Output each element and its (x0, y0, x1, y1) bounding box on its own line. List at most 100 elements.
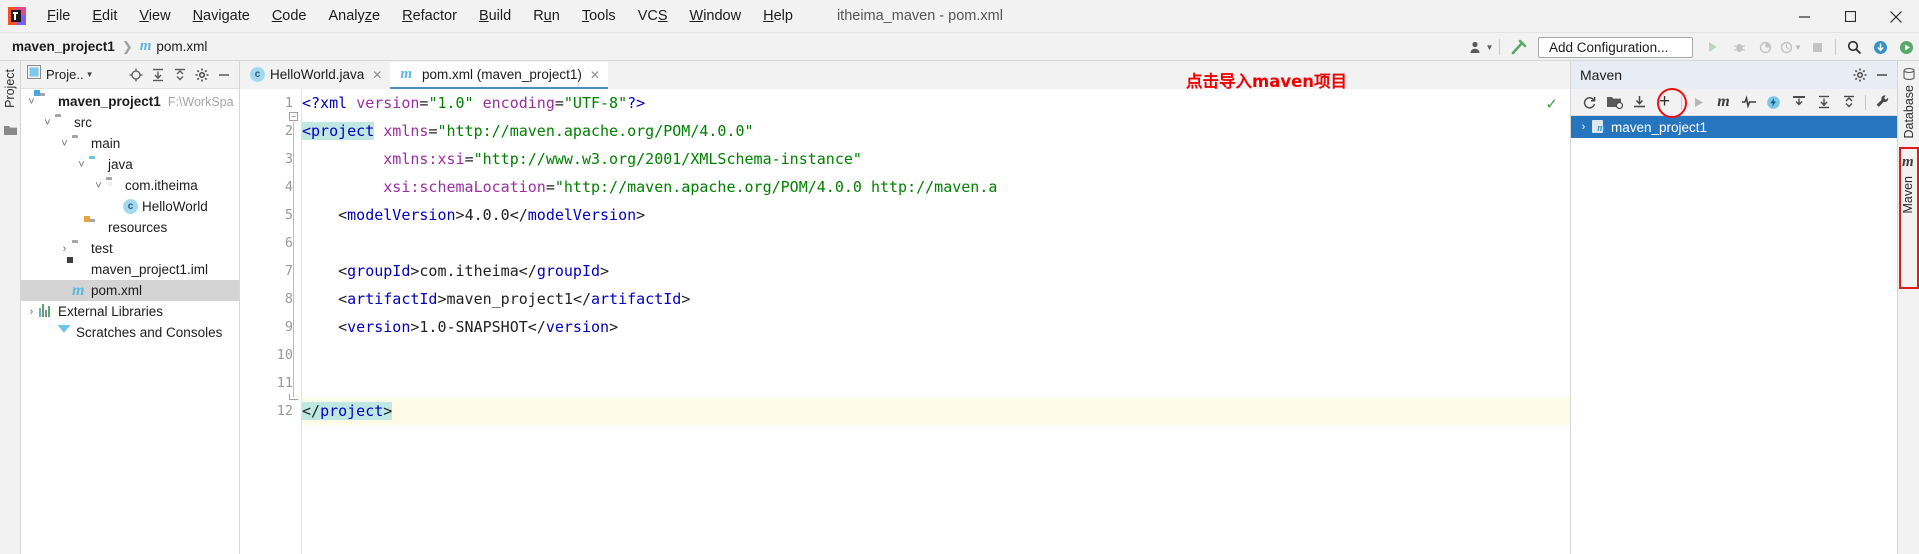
show-dependencies-icon[interactable] (1786, 91, 1811, 114)
main-toolbar: ▼ Add Configuration... ▼ (1468, 33, 1919, 61)
structure-folder-icon[interactable] (4, 123, 17, 141)
menu-refactor[interactable]: Refactor (391, 3, 468, 29)
menu-vcs[interactable]: VCS (627, 3, 679, 29)
reload-projects-icon[interactable] (1577, 91, 1602, 114)
menu-view[interactable]: View (128, 3, 181, 29)
chevron-down-icon[interactable]: ˅ (25, 96, 38, 108)
hide-panel-icon[interactable] (213, 64, 235, 86)
menu-analyze[interactable]: Analyze (318, 3, 392, 29)
run-maven-goal-icon[interactable] (1686, 91, 1711, 114)
chevron-down-icon[interactable]: ˅ (92, 180, 105, 192)
menu-help[interactable]: Help (752, 3, 804, 29)
maximize-button[interactable] (1827, 0, 1873, 33)
expand-all-icon[interactable] (147, 64, 169, 86)
maven-tree-item-maven-project1[interactable]: › m maven_project1 (1571, 116, 1897, 138)
chevron-down-icon[interactable]: ˅ (75, 159, 88, 171)
tree-item-pom-xml[interactable]: m pom.xml (21, 280, 239, 301)
search-everywhere-icon[interactable] (1841, 35, 1867, 59)
tree-item-helloworld[interactable]: c HelloWorld (21, 196, 239, 217)
tree-item-maven-project1-iml[interactable]: maven_project1.iml (21, 259, 239, 280)
chevron-down-icon[interactable]: ˅ (41, 117, 54, 129)
close-button[interactable] (1873, 0, 1919, 33)
hide-panel-icon[interactable] (1871, 64, 1893, 86)
code-line-4: xsi:schemaLocation="http://maven.apache.… (302, 173, 1570, 201)
execute-maven-goal-icon[interactable]: m (1711, 91, 1736, 114)
tree-item-external-libraries[interactable]: › External Libraries (21, 301, 239, 322)
close-icon[interactable]: ✕ (372, 68, 382, 82)
menu-run[interactable]: Run (522, 3, 571, 29)
hammer-build-icon[interactable] (1505, 35, 1531, 59)
chevron-down-icon[interactable]: ˅ (58, 138, 71, 150)
tree-item-java[interactable]: ˅ java (21, 154, 239, 175)
menu-navigate[interactable]: Navigate (182, 3, 261, 29)
toggle-skip-tests-icon[interactable] (1736, 91, 1761, 114)
tree-item-scratches-and-consoles[interactable]: Scratches and Consoles (21, 322, 239, 343)
tab-helloworld-java[interactable]: c HelloWorld.java ✕ (240, 62, 390, 89)
code-line-6 (302, 229, 1570, 257)
menu-window[interactable]: Window (679, 3, 753, 29)
code-line-9: <version>1.0-SNAPSHOT</version> (302, 313, 1570, 341)
locate-target-icon[interactable] (125, 64, 147, 86)
settings-gear-icon[interactable] (1849, 64, 1871, 86)
maven-settings-icon[interactable] (1870, 91, 1895, 114)
java-class-icon: c (123, 199, 139, 215)
run-anything-icon[interactable] (1893, 35, 1919, 59)
update-project-icon[interactable] (1867, 35, 1893, 59)
tree-item-label: External Libraries (58, 304, 163, 319)
menu-edit[interactable]: Edit (81, 3, 128, 29)
tab-pom-xml[interactable]: m pom.xml (maven_project1) ✕ (390, 62, 608, 89)
tool-window-button-project[interactable]: Project (3, 69, 17, 108)
add-maven-project-icon[interactable]: + (1652, 91, 1677, 114)
chevron-right-icon[interactable]: › (58, 243, 71, 255)
menu-code[interactable]: Code (261, 3, 318, 29)
close-icon[interactable]: ✕ (590, 68, 600, 82)
menu-tools[interactable]: Tools (571, 3, 627, 29)
inspection-ok-checkmark-icon[interactable]: ✓ (1545, 95, 1558, 113)
toggle-offline-icon[interactable] (1761, 91, 1786, 114)
download-sources-icon[interactable] (1627, 91, 1652, 114)
maven-panel-title: Maven (1580, 67, 1622, 83)
settings-gear-icon[interactable] (191, 64, 213, 86)
add-configuration-button[interactable]: Add Configuration... (1538, 37, 1693, 58)
user-accounts-icon[interactable]: ▼ (1468, 35, 1494, 59)
tree-item-resources[interactable]: resources (21, 217, 239, 238)
maven-tree-item-label: maven_project1 (1611, 120, 1707, 135)
project-panel-title[interactable]: Proje.. (46, 67, 84, 82)
collapse-all-icon[interactable] (169, 64, 191, 86)
chevron-right-icon[interactable]: › (25, 306, 38, 318)
stop-icon[interactable] (1804, 35, 1830, 59)
chevron-right-icon[interactable]: › (1577, 121, 1590, 133)
chevron-down-icon[interactable]: ▼ (86, 70, 94, 79)
code-content[interactable]: <?xml version="1.0" encoding="UTF-8"?> <… (302, 89, 1570, 554)
breadcrumb-project[interactable]: maven_project1 (12, 39, 115, 54)
fold-collapse-icon[interactable]: − (289, 112, 298, 121)
code-line-2: <project xmlns="http://maven.apache.org/… (302, 117, 1570, 145)
generate-sources-icon[interactable] (1602, 91, 1627, 114)
run-icon[interactable] (1700, 35, 1726, 59)
tree-item-main[interactable]: ˅ main (21, 133, 239, 154)
tool-window-button-maven[interactable]: Maven (1901, 176, 1915, 214)
maven-tool-window: Maven + (1570, 61, 1897, 554)
coverage-icon[interactable] (1752, 35, 1778, 59)
tree-item-src[interactable]: ˅ src (21, 112, 239, 133)
tree-item-com-itheima[interactable]: ˅ com.itheima (21, 175, 239, 196)
breadcrumb-file[interactable]: pom.xml (156, 39, 207, 54)
iml-file-icon (72, 262, 88, 278)
debug-icon[interactable] (1726, 35, 1752, 59)
resources-folder-icon (89, 220, 105, 236)
menu-file[interactable]: File (36, 3, 81, 29)
collapse-all-icon[interactable] (1836, 91, 1861, 114)
minimize-button[interactable] (1781, 0, 1827, 33)
tree-item-test[interactable]: › test (21, 238, 239, 259)
breadcrumb-separator: ❯ (122, 39, 133, 55)
tree-item-maven-project1[interactable]: ˅ maven_project1 F:\WorkSpa (21, 91, 239, 112)
code-editor[interactable]: 1 2 3 4 5 6 7 8 9 10 11 12 − <?xml vers (240, 89, 1570, 554)
tree-item-label: resources (108, 220, 167, 235)
expand-all-icon[interactable] (1811, 91, 1836, 114)
code-folding-column: − (288, 89, 302, 554)
window-title: itheima_maven - pom.xml (837, 8, 1003, 24)
profiler-icon[interactable]: ▼ (1778, 35, 1804, 59)
line-number-gutter: 1 2 3 4 5 6 7 8 9 10 11 12 − (240, 89, 302, 554)
menu-build[interactable]: Build (468, 3, 522, 29)
tool-window-button-database[interactable]: Database (1902, 85, 1916, 139)
